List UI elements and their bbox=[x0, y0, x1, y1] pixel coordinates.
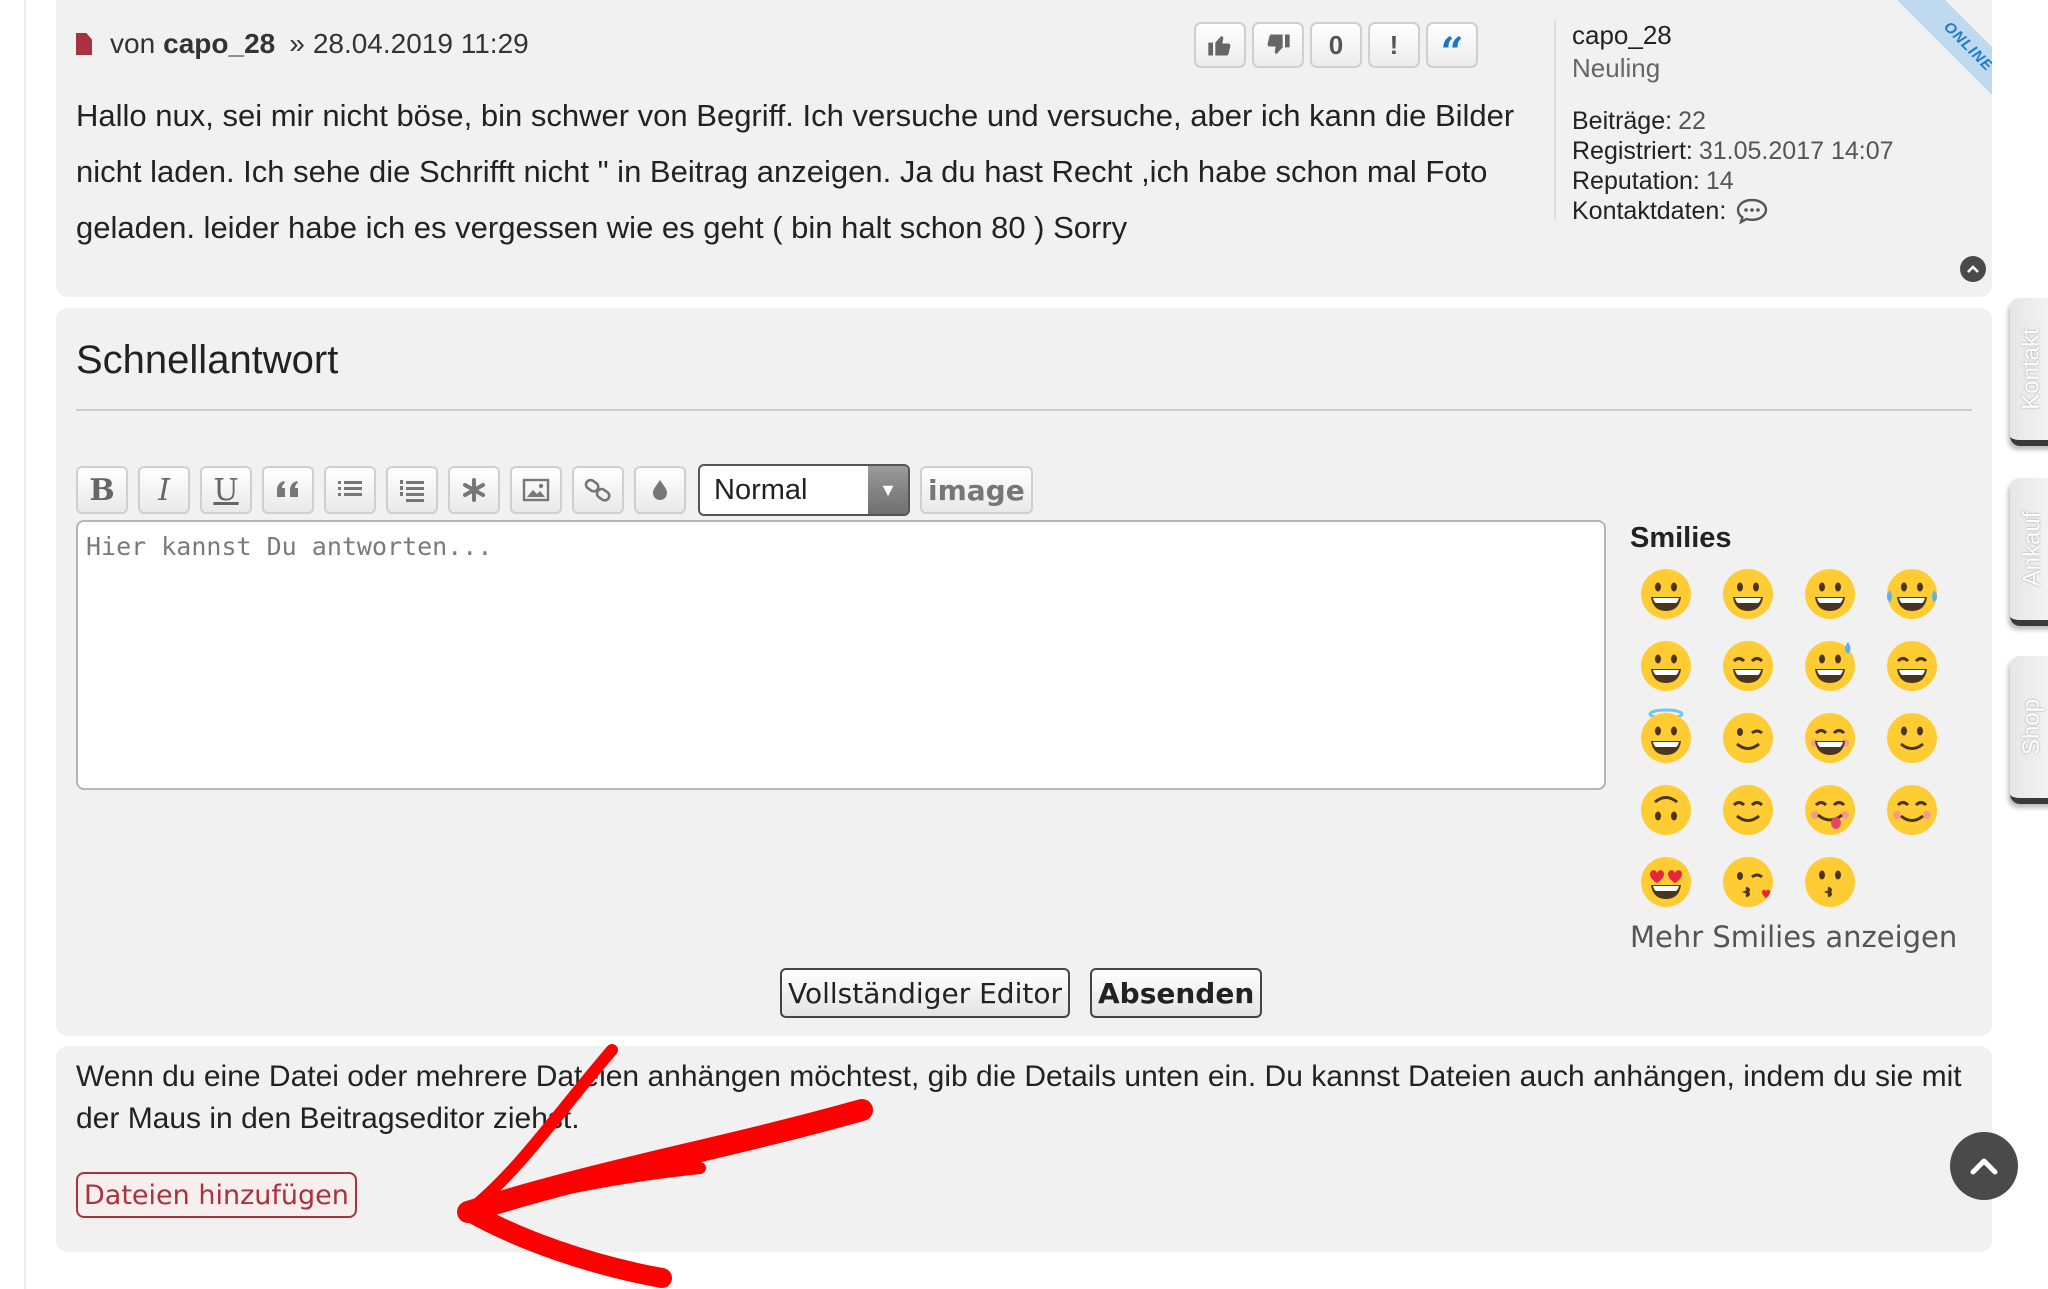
posts-value: 22 bbox=[1678, 107, 1706, 135]
side-tab-kontakt[interactable]: Kontakt bbox=[2010, 298, 2048, 446]
bullet-list-icon bbox=[338, 481, 362, 496]
post-datetime: 28.04.2019 11:29 bbox=[312, 28, 529, 59]
italic-button[interactable]: I bbox=[138, 466, 190, 514]
editor-toolbar: B I U Normal ▼ image bbox=[76, 464, 1033, 516]
profile-contact: Kontaktdaten: bbox=[1572, 196, 1954, 226]
underline-button[interactable]: U bbox=[200, 466, 252, 514]
chevron-up-icon bbox=[1970, 1158, 1998, 1175]
underline-label: U bbox=[213, 472, 239, 508]
more-smilies-link[interactable]: Mehr Smilies anzeigen bbox=[1630, 920, 1957, 954]
reaction-count-button[interactable]: 0 bbox=[1310, 22, 1362, 68]
numbered-list-icon bbox=[400, 480, 424, 502]
dropdown-arrow-icon: ▼ bbox=[868, 466, 908, 514]
smiley-content-icon[interactable] bbox=[1882, 778, 1942, 838]
smiley-grin-squint-icon[interactable] bbox=[1718, 634, 1778, 694]
title-divider bbox=[76, 409, 1972, 411]
insert-link-button[interactable] bbox=[572, 466, 624, 514]
author-link[interactable]: capo_28 bbox=[163, 28, 275, 60]
page-left-rule bbox=[24, 0, 26, 1289]
quick-reply-title: Schnellantwort bbox=[76, 338, 339, 382]
dislike-button[interactable] bbox=[1252, 22, 1304, 68]
smiley-smile-teeth-icon[interactable] bbox=[1636, 634, 1696, 694]
side-tab-ankauf-label: Ankauf bbox=[2018, 511, 2045, 587]
reply-actions: Vollständiger Editor Absenden bbox=[780, 968, 1263, 1018]
smiley-blush-icon[interactable] bbox=[1800, 706, 1860, 766]
post-meta: von capo_28 » 28.04.2019 11:29 bbox=[76, 28, 529, 60]
chat-bubble-icon[interactable] bbox=[1736, 198, 1768, 224]
attachments-hint: Wenn du eine Datei oder mehrere Dateien … bbox=[76, 1060, 1962, 1135]
report-button[interactable]: ! bbox=[1368, 22, 1420, 68]
add-files-button[interactable]: Dateien hinzufügen bbox=[76, 1172, 357, 1218]
bold-label: B bbox=[89, 472, 115, 508]
droplet-icon bbox=[653, 480, 667, 500]
post-body: Hallo nux, sei mir nicht böse, bin schwe… bbox=[76, 98, 1515, 245]
reputation-value: 14 bbox=[1705, 167, 1734, 195]
online-badge: ONLINE bbox=[1885, 0, 1992, 118]
italic-label: I bbox=[158, 472, 170, 508]
smiley-beam-icon[interactable] bbox=[1800, 562, 1860, 622]
smiley-halo-icon[interactable] bbox=[1636, 706, 1696, 766]
smiley-heart-eyes-icon[interactable] bbox=[1636, 850, 1696, 910]
thumbs-down-icon bbox=[1267, 34, 1290, 54]
post-scroll-up-button[interactable] bbox=[1960, 256, 1986, 282]
image-tag-button[interactable]: image bbox=[920, 466, 1033, 514]
scroll-to-top-button[interactable] bbox=[1950, 1132, 2018, 1200]
side-tab-shop-label: Shop bbox=[2018, 698, 2045, 756]
link-icon bbox=[584, 478, 611, 502]
chevron-up-icon bbox=[1967, 265, 1979, 273]
full-editor-button[interactable]: Vollständiger Editor bbox=[780, 968, 1070, 1018]
smiley-upside-icon[interactable] bbox=[1636, 778, 1696, 838]
quick-reply: Schnellantwort B I U Normal ▼ image Hier… bbox=[56, 308, 1992, 1036]
reply-textarea[interactable] bbox=[76, 520, 1606, 790]
font-size-select[interactable]: Normal ▼ bbox=[698, 464, 910, 516]
side-tab-ankauf[interactable]: Ankauf bbox=[2010, 478, 2048, 626]
image-icon bbox=[522, 478, 550, 502]
profile-registered: Registriert: 31.05.2017 14:07 bbox=[1572, 136, 1954, 166]
smiley-kiss-heart-icon[interactable] bbox=[1718, 850, 1778, 910]
quote-button[interactable]: “ bbox=[1426, 22, 1478, 76]
bullet-list-button[interactable] bbox=[324, 466, 376, 514]
posts-label: Beiträge: bbox=[1572, 107, 1673, 135]
side-tab-kontakt-label: Kontakt bbox=[2018, 328, 2046, 410]
smiley-wink-icon[interactable] bbox=[1718, 706, 1778, 766]
insert-image-button[interactable] bbox=[510, 466, 562, 514]
profile-reputation: Reputation: 14 bbox=[1572, 166, 1954, 196]
smiley-squint-icon[interactable] bbox=[1882, 634, 1942, 694]
submit-button[interactable]: Absenden bbox=[1089, 968, 1263, 1018]
quote-format-button[interactable] bbox=[262, 466, 314, 514]
like-button[interactable] bbox=[1194, 22, 1246, 68]
post-file-icon[interactable] bbox=[76, 33, 92, 55]
smiley-kiss-icon[interactable] bbox=[1800, 850, 1860, 910]
attachments-panel: Wenn du eine Datei oder mehrere Dateien … bbox=[56, 1046, 1992, 1252]
smilies-heading: Smilies bbox=[1630, 522, 1732, 554]
asterisk-icon bbox=[463, 478, 485, 502]
font-size-value: Normal bbox=[714, 473, 808, 506]
color-button[interactable] bbox=[634, 466, 686, 514]
smiley-grin-icon[interactable] bbox=[1636, 562, 1696, 622]
online-ribbon-wrap: ONLINE bbox=[1874, 0, 1992, 118]
registered-label: Registriert: bbox=[1572, 137, 1693, 165]
side-tab-shop[interactable]: Shop bbox=[2010, 656, 2048, 804]
reputation-label: Reputation: bbox=[1572, 167, 1700, 195]
smiley-grin-teeth-icon[interactable] bbox=[1718, 562, 1778, 622]
list-item-button[interactable] bbox=[448, 466, 500, 514]
contact-label: Kontaktdaten: bbox=[1572, 197, 1727, 225]
quote-icon bbox=[277, 481, 298, 497]
forum-post: von capo_28 » 28.04.2019 11:29 0 ! “ Hal… bbox=[56, 0, 1992, 297]
bold-button[interactable]: B bbox=[76, 466, 128, 514]
author-prefix: von bbox=[110, 28, 156, 59]
smiley-yum-icon[interactable] bbox=[1800, 778, 1860, 838]
registered-value: 31.05.2017 14:07 bbox=[1698, 137, 1894, 165]
meta-separator: » bbox=[289, 28, 305, 59]
smiley-sweat-icon[interactable] bbox=[1800, 634, 1860, 694]
post-actions: 0 ! “ bbox=[1194, 22, 1478, 76]
smilies-grid bbox=[1636, 562, 1956, 910]
thumbs-up-icon bbox=[1208, 36, 1231, 56]
smiley-smile-icon[interactable] bbox=[1882, 706, 1942, 766]
smiley-relieved-icon[interactable] bbox=[1718, 778, 1778, 838]
numbered-list-button[interactable] bbox=[386, 466, 438, 514]
smiley-tears-icon[interactable] bbox=[1882, 562, 1942, 622]
